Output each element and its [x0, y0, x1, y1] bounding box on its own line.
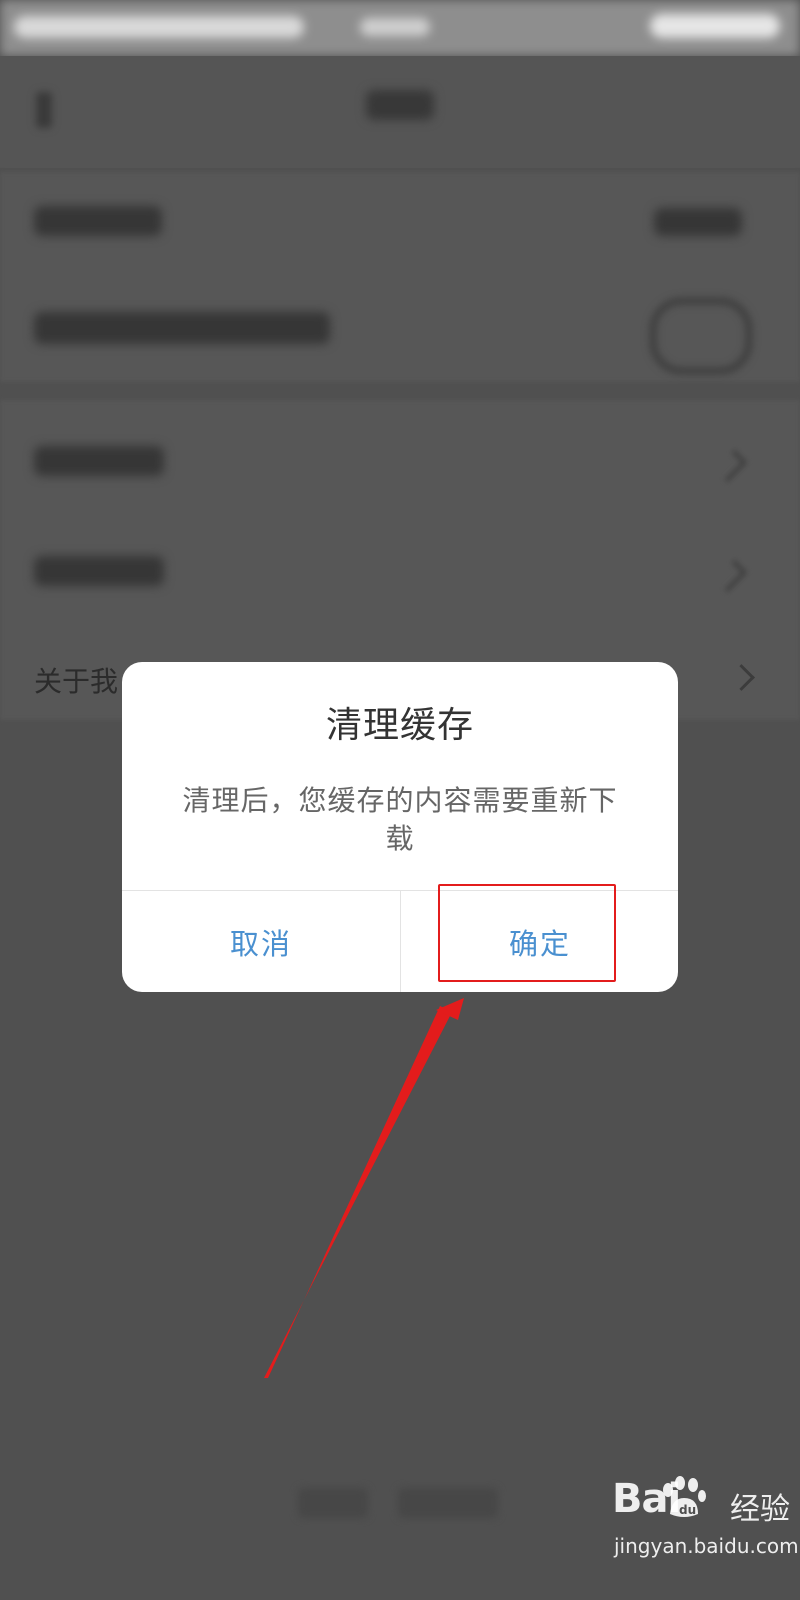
nav-bar [0, 56, 800, 168]
status-bar-system-icons [650, 14, 780, 38]
screen: 关于我 清理缓存 清理后，您缓存的内容需要重新下载 取消 确定 Bai du 经… [0, 0, 800, 1600]
settings-row-3-label-blurred [34, 446, 164, 476]
dialog-message: 清理后，您缓存的内容需要重新下载 [182, 784, 618, 855]
highlight-box [438, 884, 616, 982]
watermark-suffix: 经验 [730, 1492, 790, 1527]
bottom-text-blurred [398, 1488, 498, 1518]
paw-icon: du [663, 1476, 706, 1517]
status-bar-speed [360, 18, 430, 36]
bottom-text-blurred [298, 1488, 368, 1518]
settings-row-1-label-blurred [34, 206, 162, 236]
settings-row-about-label: 关于我 [34, 665, 119, 698]
nav-title-blurred [366, 90, 434, 120]
back-icon [36, 92, 52, 128]
watermark-url: jingyan.baidu.com [614, 1534, 799, 1558]
baidu-jingyan-watermark: Bai du 经验 jingyan.baidu.com [612, 1476, 799, 1586]
settings-row-2-label-blurred [34, 312, 330, 344]
toggle-switch-blurred [650, 298, 752, 374]
status-bar-notifications [14, 16, 304, 38]
svg-text:du: du [679, 1503, 696, 1517]
status-bar [0, 0, 800, 56]
settings-row-1-value-blurred [654, 208, 742, 236]
cancel-button[interactable]: 取消 [122, 891, 400, 992]
settings-row-4-label-blurred [34, 556, 164, 586]
dialog-title: 清理缓存 [325, 705, 474, 746]
